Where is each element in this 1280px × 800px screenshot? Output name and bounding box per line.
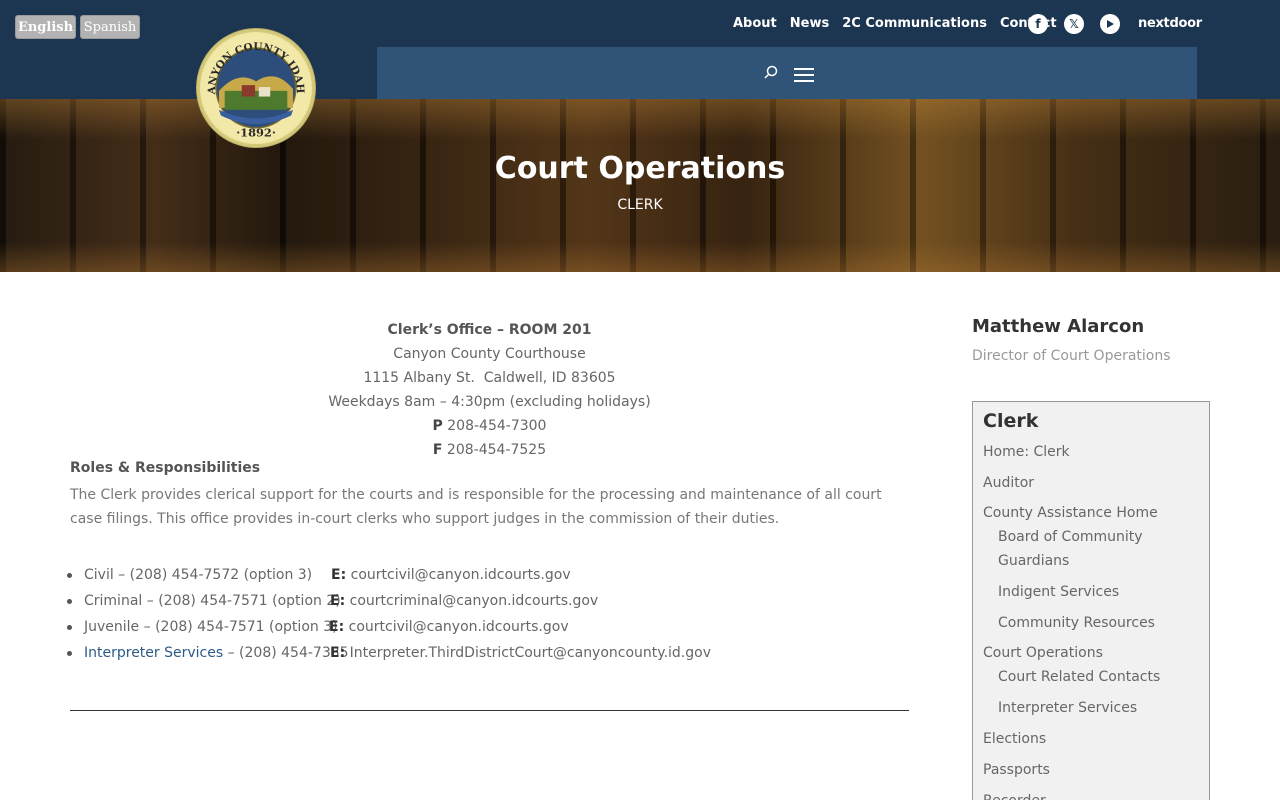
sidebar-nav: Clerk Home: Clerk Auditor County Assista… <box>972 401 1210 800</box>
office-name: Clerk’s Office – ROOM 201 <box>387 322 592 338</box>
list-item: Civil – (208) 454-7572 (option 3) E: cou… <box>67 563 571 589</box>
email-address[interactable]: courtcriminal@canyon.idcourts.gov <box>350 593 599 609</box>
email-address[interactable]: Interpreter.ThirdDistrictCourt@canyoncou… <box>350 645 711 661</box>
facebook-icon[interactable]: f <box>1028 14 1048 34</box>
office-address: 1115 Albany St. Caldwell, ID 83605 <box>363 370 616 386</box>
list-item: Juvenile – (208) 454-7571 (option 3) E: … <box>67 615 569 641</box>
email-label: E: <box>330 593 346 609</box>
hero-glow <box>0 242 1280 272</box>
office-fax: F 208-454-7525 <box>70 438 909 462</box>
sidebar-item-board-of-community-guardians[interactable]: Board of Community Guardians <box>998 525 1178 573</box>
nav-2c-communications[interactable]: 2C Communications <box>842 16 987 31</box>
phone-label: P <box>432 418 443 434</box>
menu-bar <box>377 47 1197 99</box>
sidebar-item-auditor[interactable]: Auditor <box>983 471 1034 495</box>
nextdoor-link[interactable]: nextdoor <box>1138 16 1202 31</box>
english-button[interactable]: English <box>15 15 76 39</box>
page-subtitle: CLERK <box>617 197 663 213</box>
contact-email: E: courtcivil@canyon.idcourts.gov <box>329 615 569 639</box>
director-name: Matthew Alarcon <box>972 316 1145 337</box>
sidebar-item-home-clerk[interactable]: Home: Clerk <box>983 440 1070 464</box>
contact-phone: – (208) 454-7571 (option 3) <box>139 619 338 635</box>
sidebar-item-passports[interactable]: Passports <box>983 758 1050 782</box>
contact-phone: – (208) 454-7571 (option 2) <box>142 593 341 609</box>
spanish-button[interactable]: Spanish <box>80 15 140 39</box>
sidebar-item-court-related-contacts[interactable]: Court Related Contacts <box>998 665 1160 689</box>
office-info: Clerk’s Office – ROOM 201 Canyon County … <box>70 318 909 462</box>
fax-label: F <box>432 442 443 458</box>
top-nav: About News 2C Communications Contact <box>733 16 1070 31</box>
contact-list: Civil – (208) 454-7572 (option 3) E: cou… <box>67 563 711 667</box>
interpreter-services-link[interactable]: Interpreter Services <box>84 645 223 661</box>
divider <box>70 710 909 711</box>
page-title: Court Operations <box>494 151 786 186</box>
office-phone: P 208-454-7300 <box>70 414 909 438</box>
list-item: Interpreter Services – (208) 454-7335 E:… <box>67 641 711 667</box>
contact-name: Juvenile <box>84 619 140 635</box>
contact-phone: – (208) 454-7572 (option 3) <box>113 567 313 583</box>
contact-email: E: courtcivil@canyon.idcourts.gov <box>331 563 571 587</box>
director-title: Director of Court Operations <box>972 348 1171 364</box>
phone-number[interactable]: 208-454-7300 <box>447 418 546 434</box>
search-icon[interactable] <box>763 65 779 81</box>
svg-text:·1892·: ·1892· <box>236 125 276 139</box>
nav-news[interactable]: News <box>790 16 829 31</box>
nav-about[interactable]: About <box>733 16 777 31</box>
email-address[interactable]: courtcivil@canyon.idcourts.gov <box>349 619 569 635</box>
contact-name: Criminal <box>84 593 143 609</box>
contact-name: Civil <box>84 567 114 583</box>
contact-email: E: Interpreter.ThirdDistrictCourt@canyon… <box>330 641 711 665</box>
sidebar-item-court-operations[interactable]: Court Operations <box>983 641 1103 665</box>
sidebar-item-indigent-services[interactable]: Indigent Services <box>998 580 1119 604</box>
site-header: English Spanish About News 2C Communicat… <box>0 0 1280 99</box>
sidebar-title: Clerk <box>983 410 1039 432</box>
menu-icon[interactable] <box>794 68 814 82</box>
list-item: Criminal – (208) 454-7571 (option 2) E: … <box>67 589 598 615</box>
youtube-icon[interactable] <box>1100 14 1120 34</box>
email-label: E: <box>331 567 347 583</box>
sidebar-item-elections[interactable]: Elections <box>983 727 1046 751</box>
office-hours: Weekdays 8am – 4:30pm (excluding holiday… <box>328 394 651 410</box>
county-seal-logo[interactable]: CANYON COUNTY IDAHO ·1892· <box>197 29 315 147</box>
sidebar-item-interpreter-services[interactable]: Interpreter Services <box>998 696 1137 720</box>
email-label: E: <box>330 645 346 661</box>
sidebar-item-recorder[interactable]: Recorder <box>983 789 1046 800</box>
email-label: E: <box>329 619 345 635</box>
roles-heading: Roles & Responsibilities <box>70 460 261 476</box>
sidebar-item-community-resources[interactable]: Community Resources <box>998 611 1155 635</box>
email-address[interactable]: courtcivil@canyon.idcourts.gov <box>351 567 571 583</box>
x-icon[interactable]: 𝕏 <box>1064 14 1084 34</box>
sidebar-item-county-assistance[interactable]: County Assistance Home <box>983 501 1158 525</box>
contact-email: E: courtcriminal@canyon.idcourts.gov <box>330 589 598 613</box>
roles-text: The Clerk provides clerical support for … <box>70 487 882 527</box>
hero-banner: Court Operations CLERK <box>0 99 1280 272</box>
office-building: Canyon County Courthouse <box>393 346 586 362</box>
fax-number: 208-454-7525 <box>446 442 547 458</box>
